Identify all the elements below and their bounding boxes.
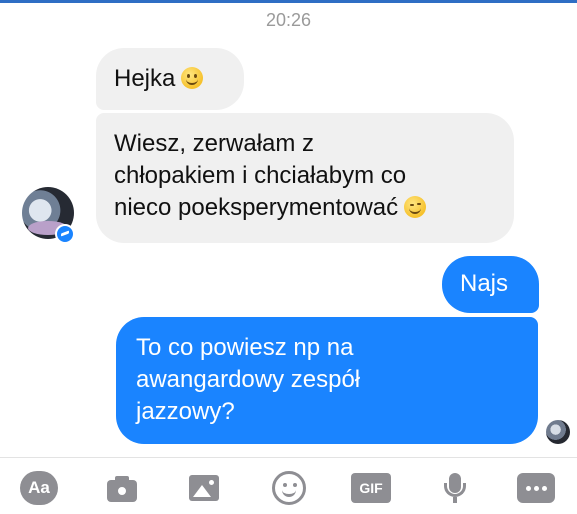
aa-icon[interactable]: Aa xyxy=(20,471,58,505)
wink-emoji-icon xyxy=(404,196,427,218)
message-timestamp: 20:26 xyxy=(265,10,312,30)
message-line: chłopakiem i chciałabym co xyxy=(114,162,407,189)
more-icon[interactable] xyxy=(517,473,555,503)
emoji-icon[interactable] xyxy=(272,471,306,505)
message-line: Wiesz, zerwałam z xyxy=(114,130,315,157)
camera-icon[interactable] xyxy=(105,471,139,505)
top-accent-line xyxy=(0,0,577,3)
image-icon[interactable] xyxy=(188,471,222,505)
smile-emoji-icon xyxy=(181,67,204,89)
incoming-message-bubble[interactable]: Hejka xyxy=(96,48,244,110)
incoming-message-bubble[interactable]: Wiesz, zerwałam z chłopakiem i chciałaby… xyxy=(96,113,514,243)
read-receipt-avatar xyxy=(546,420,570,444)
message-text: Hejka xyxy=(114,65,176,92)
gif-icon[interactable]: GIF xyxy=(351,473,391,503)
outgoing-message-bubble[interactable]: Najs xyxy=(442,256,539,313)
message-line: nieco poeksperymentować xyxy=(114,194,399,221)
message-line: jazzowy? xyxy=(136,398,235,425)
microphone-icon[interactable] xyxy=(438,471,472,505)
message-line: awangardowy zespół xyxy=(136,366,361,393)
message-text: Najs xyxy=(460,270,509,297)
messenger-badge-icon xyxy=(55,224,75,244)
message-line: To co powiesz np na xyxy=(136,334,354,361)
outgoing-message-bubble[interactable]: To co powiesz np na awangardowy zespół j… xyxy=(116,317,538,444)
composer-toolbar: Aa GIF xyxy=(0,458,577,514)
